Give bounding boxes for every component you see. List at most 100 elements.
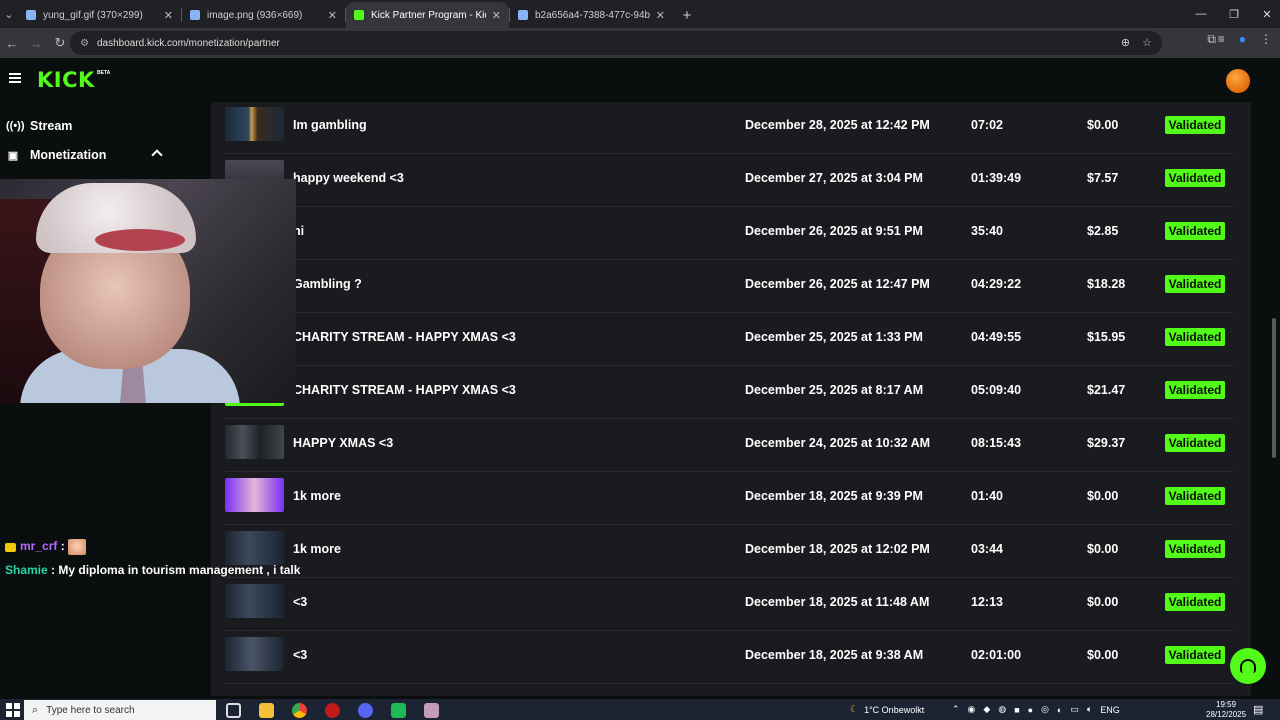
close-tab-icon[interactable]: ✕ bbox=[656, 9, 665, 22]
chat-message: Shamie : My diploma in tourism managemen… bbox=[5, 563, 300, 577]
stream-earnings: $18.28 bbox=[1087, 277, 1126, 291]
network-icon[interactable]: ▭ bbox=[1070, 704, 1079, 715]
stream-duration: 05:09:40 bbox=[971, 383, 1022, 397]
tray-app-icon[interactable]: ◉ bbox=[968, 704, 976, 715]
tray-app-icon[interactable]: ◍ bbox=[998, 704, 1006, 715]
browser-tab[interactable]: image.png (936×669) ✕ bbox=[182, 2, 345, 28]
address-bar: ← → ↻ ⚙ dashboard.kick.com/monetization/… bbox=[0, 28, 1280, 58]
tray-app-icon[interactable]: ● bbox=[1028, 705, 1033, 715]
notifications-icon[interactable]: ▤ bbox=[1253, 699, 1263, 720]
stream-thumbnail[interactable] bbox=[225, 637, 284, 671]
browser-tab-strip: ⌄ yung_gif.gif (370×299) ✕ image.png (936×… bbox=[0, 0, 1280, 28]
close-tab-icon[interactable]: ✕ bbox=[164, 9, 173, 22]
stream-thumbnail[interactable] bbox=[225, 478, 284, 512]
table-row[interactable]: CHARITY STREAM - HAPPY XMAS <3 December 2… bbox=[225, 313, 1233, 366]
table-row[interactable]: CHARITY STREAM - HAPPY XMAS <3 December 2… bbox=[225, 366, 1233, 419]
table-row[interactable]: 1k more December 18, 2025 at 12:02 PM 03:4… bbox=[225, 525, 1233, 578]
discord-icon[interactable] bbox=[358, 703, 373, 718]
table-row[interactable]: HAPPY XMAS <3 December 24, 2025 at 10:32 … bbox=[225, 419, 1233, 472]
app-icon[interactable] bbox=[424, 703, 439, 718]
table-row[interactable]: <3 December 18, 2025 at 11:48 AM 12:13 $0.0… bbox=[225, 578, 1233, 631]
new-tab-button[interactable]: + bbox=[673, 2, 701, 28]
file-explorer-icon[interactable] bbox=[259, 703, 274, 718]
site-info-icon[interactable]: ⚙ bbox=[80, 38, 89, 49]
chat-text: My diploma in tourism management , i tal… bbox=[55, 563, 301, 577]
sidebar-item-stream[interactable]: ((•)) Stream bbox=[0, 114, 180, 138]
tray-app-icon[interactable]: ◐ bbox=[1057, 705, 1062, 715]
table-row[interactable]: <3 December 18, 2025 at 9:38 AM 02:01:00 $0… bbox=[225, 631, 1233, 684]
taskbar-search-field[interactable]: ⌕ Type here to search bbox=[24, 700, 216, 720]
stream-duration: 04:49:55 bbox=[971, 330, 1022, 344]
stream-date: December 18, 2025 at 9:38 AM bbox=[745, 648, 924, 662]
status-badge: Validated bbox=[1165, 169, 1225, 187]
taskbar-clock[interactable]: 19:59 28/12/2025 bbox=[1206, 700, 1246, 720]
tray-app-icon[interactable]: ◎ bbox=[1041, 704, 1049, 715]
bookmark-star-icon[interactable]: ☆ bbox=[1142, 36, 1152, 49]
zoom-icon[interactable]: ⊕ bbox=[1121, 36, 1130, 49]
tab-title: Kick Partner Program - Kick Das bbox=[371, 9, 486, 21]
browser-tab[interactable]: Kick Partner Program - Kick Das ✕ bbox=[346, 2, 509, 28]
user-avatar[interactable] bbox=[1226, 69, 1250, 93]
volume-icon[interactable]: 🔈︎ bbox=[1087, 704, 1092, 715]
windows-start-icon[interactable] bbox=[6, 702, 20, 717]
subscriber-badge-icon bbox=[5, 542, 16, 552]
stream-thumbnail[interactable] bbox=[225, 425, 284, 459]
weather-text: 1°C Onbewolkt bbox=[864, 704, 925, 715]
support-chat-button[interactable] bbox=[1230, 648, 1266, 684]
stream-earnings: $0.00 bbox=[1087, 648, 1119, 662]
tray-app-icon[interactable]: ■ bbox=[1014, 705, 1019, 715]
stream-title: Im gambling bbox=[293, 118, 367, 132]
tray-chevron-icon[interactable]: ⌃ bbox=[952, 704, 960, 715]
app-icon[interactable] bbox=[391, 703, 406, 718]
stream-title: <3 bbox=[293, 595, 308, 609]
scrollbar[interactable] bbox=[1272, 318, 1276, 458]
table-row[interactable]: happy weekend <3 December 27, 2025 at 3:0… bbox=[225, 154, 1233, 207]
forward-icon[interactable]: → bbox=[24, 31, 48, 55]
close-tab-icon[interactable]: ✕ bbox=[328, 9, 337, 22]
table-row[interactable]: Im gambling December 28, 2025 at 12:42 PM… bbox=[225, 102, 1233, 154]
restore-icon[interactable]: ❐ bbox=[1217, 0, 1251, 28]
monetization-icon: ▣ bbox=[7, 149, 19, 162]
status-badge: Validated bbox=[1165, 381, 1225, 399]
status-badge: Validated bbox=[1165, 646, 1225, 664]
recording-app-icon[interactable] bbox=[325, 703, 340, 718]
minimize-icon[interactable]: — bbox=[1184, 0, 1218, 28]
browser-tab[interactable]: b2a656a4-7388-477c-94bc-270 ✕ bbox=[510, 2, 673, 28]
profile-icon[interactable]: ● bbox=[1239, 32, 1246, 46]
menu-icon[interactable]: ⋮ bbox=[1260, 32, 1272, 46]
weather-widget[interactable]: ☾ 1°C Onbewolkt bbox=[850, 699, 924, 720]
reading-list-icon[interactable]: ≡ bbox=[1218, 32, 1225, 46]
table-row[interactable]: Gambling ? December 26, 2025 at 12:47 PM 0… bbox=[225, 260, 1233, 313]
stream-thumbnail[interactable] bbox=[225, 107, 284, 141]
headset-icon bbox=[1240, 659, 1256, 673]
back-icon[interactable]: ← bbox=[0, 31, 24, 55]
kick-logo[interactable]: KICK bbox=[37, 68, 95, 92]
streams-table: Im gambling December 28, 2025 at 12:42 PM… bbox=[211, 102, 1251, 696]
extensions-icon[interactable]: ⧉ bbox=[1207, 32, 1216, 47]
browser-toolbar-icons: ≡ ● ⋮ bbox=[1218, 32, 1272, 46]
stream-thumbnail[interactable] bbox=[225, 531, 284, 565]
stream-date: December 25, 2025 at 8:17 AM bbox=[745, 383, 924, 397]
stream-title: happy weekend <3 bbox=[293, 171, 404, 185]
reload-icon[interactable]: ↻ bbox=[48, 31, 72, 55]
language-indicator[interactable]: ENG bbox=[1100, 705, 1120, 715]
cap-brim bbox=[95, 229, 185, 251]
url-text: dashboard.kick.com/monetization/partner bbox=[96, 37, 280, 49]
close-tab-icon[interactable]: ✕ bbox=[492, 9, 501, 22]
table-row[interactable]: 1k more December 18, 2025 at 9:39 PM 01:40… bbox=[225, 472, 1233, 525]
stream-title: CHARITY STREAM - HAPPY XMAS <3 bbox=[293, 330, 516, 344]
table-row[interactable]: hi December 26, 2025 at 9:51 PM 35:40 $2.85… bbox=[225, 207, 1233, 260]
task-view-icon[interactable] bbox=[226, 703, 241, 718]
emote-icon bbox=[68, 539, 87, 555]
status-badge: Validated bbox=[1165, 222, 1225, 240]
sidebar-item-label: Stream bbox=[30, 119, 73, 133]
hamburger-menu-icon[interactable] bbox=[9, 73, 21, 83]
tab-search-icon[interactable]: ⌄ bbox=[0, 0, 18, 28]
url-field[interactable]: ⚙ dashboard.kick.com/monetization/partne… bbox=[70, 31, 1162, 55]
stream-thumbnail[interactable] bbox=[225, 584, 284, 618]
tray-app-icon[interactable]: ◆ bbox=[983, 704, 990, 715]
close-window-icon[interactable]: ✕ bbox=[1250, 0, 1280, 28]
chrome-icon[interactable] bbox=[292, 703, 307, 718]
browser-tab[interactable]: yung_gif.gif (370×299) ✕ bbox=[18, 2, 181, 28]
tab-title: yung_gif.gif (370×299) bbox=[43, 9, 143, 21]
